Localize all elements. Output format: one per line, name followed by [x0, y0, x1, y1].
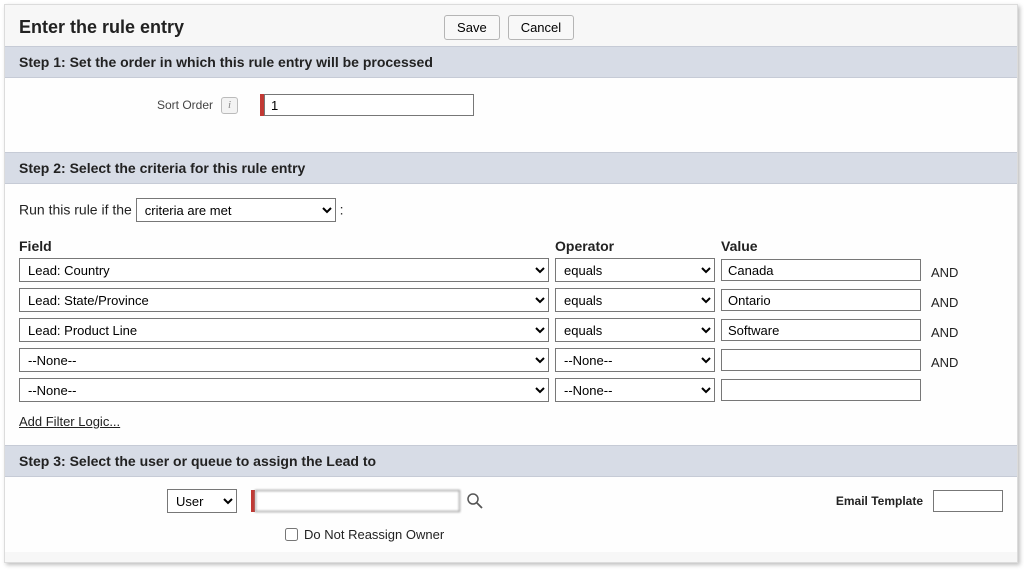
cancel-button[interactable]: Cancel — [508, 15, 574, 40]
criteria-value-input[interactable] — [721, 259, 921, 281]
lookup-icon[interactable] — [466, 492, 484, 510]
criteria-field-select[interactable]: Lead: Country — [19, 258, 549, 282]
run-rule-row: Run this rule if the criteria are met : — [19, 194, 1003, 232]
criteria-operator-select[interactable]: --None-- — [555, 378, 715, 402]
save-button[interactable]: Save — [444, 15, 500, 40]
criteria-field-select[interactable]: --None-- — [19, 378, 549, 402]
do-not-reassign-checkbox[interactable] — [285, 528, 298, 541]
step2-body: Run this rule if the criteria are met : … — [5, 184, 1017, 445]
criteria-conjunction: AND — [931, 321, 981, 340]
criteria-field-select[interactable]: Lead: State/Province — [19, 288, 549, 312]
value-header: Value — [721, 238, 921, 254]
rule-entry-form: Enter the rule entry Save Cancel Step 1:… — [4, 4, 1018, 563]
criteria-row: Lead: State/Province equals AND — [19, 288, 1003, 312]
form-header: Enter the rule entry Save Cancel — [5, 5, 1017, 46]
email-template-input[interactable] — [933, 490, 1003, 512]
assign-row: User Email Template — [19, 489, 1003, 513]
sort-order-label: Sort Order — [19, 98, 219, 112]
step1-body: Sort Order i — [5, 78, 1017, 152]
sort-order-input[interactable] — [264, 94, 474, 116]
criteria-conjunction: AND — [931, 351, 981, 370]
criteria-operator-select[interactable]: equals — [555, 288, 715, 312]
page-title: Enter the rule entry — [19, 17, 184, 38]
step2-heading: Step 2: Select the criteria for this rul… — [5, 152, 1017, 184]
criteria-conjunction: AND — [931, 291, 981, 310]
criteria-field-select[interactable]: --None-- — [19, 348, 549, 372]
add-filter-logic-link[interactable]: Add Filter Logic... — [19, 414, 120, 429]
sort-order-row: Sort Order i — [19, 88, 1003, 136]
do-not-reassign-label: Do Not Reassign Owner — [304, 527, 444, 542]
add-filter-logic-row: Add Filter Logic... — [19, 414, 1003, 429]
operator-header: Operator — [555, 238, 715, 254]
criteria-row: --None-- --None-- — [19, 378, 1003, 402]
criteria-operator-select[interactable]: equals — [555, 258, 715, 282]
rule-mode-select[interactable]: criteria are met — [136, 198, 336, 222]
criteria-value-input[interactable] — [721, 349, 921, 371]
conj-header — [931, 238, 981, 254]
step1-heading: Step 1: Set the order in which this rule… — [5, 46, 1017, 78]
criteria-conjunction: AND — [931, 261, 981, 280]
run-rule-prefix: Run this rule if the — [19, 202, 132, 218]
colon: : — [340, 202, 344, 218]
email-template-label: Email Template — [793, 494, 933, 508]
criteria-headers: Field Operator Value — [19, 238, 1003, 258]
do-not-reassign-row: Do Not Reassign Owner — [281, 525, 1003, 544]
help-icon[interactable]: i — [221, 97, 238, 114]
criteria-row: --None-- --None-- AND — [19, 348, 1003, 372]
criteria-operator-select[interactable]: equals — [555, 318, 715, 342]
criteria-field-select[interactable]: Lead: Product Line — [19, 318, 549, 342]
criteria-value-input[interactable] — [721, 379, 921, 401]
criteria-table: Field Operator Value Lead: Country equal… — [19, 238, 1003, 402]
assignee-name-input[interactable] — [255, 490, 460, 512]
field-header: Field — [19, 238, 549, 254]
step3-heading: Step 3: Select the user or queue to assi… — [5, 445, 1017, 477]
criteria-row: Lead: Product Line equals AND — [19, 318, 1003, 342]
header-buttons: Save Cancel — [444, 15, 574, 40]
criteria-conjunction — [931, 388, 981, 392]
criteria-operator-select[interactable]: --None-- — [555, 348, 715, 372]
criteria-row: Lead: Country equals AND — [19, 258, 1003, 282]
criteria-value-input[interactable] — [721, 289, 921, 311]
assignee-type-select[interactable]: User — [167, 489, 237, 513]
criteria-value-input[interactable] — [721, 319, 921, 341]
assign-left: User — [167, 489, 484, 513]
step3-body: User Email Template Do Not Reassign Owne… — [5, 477, 1017, 552]
